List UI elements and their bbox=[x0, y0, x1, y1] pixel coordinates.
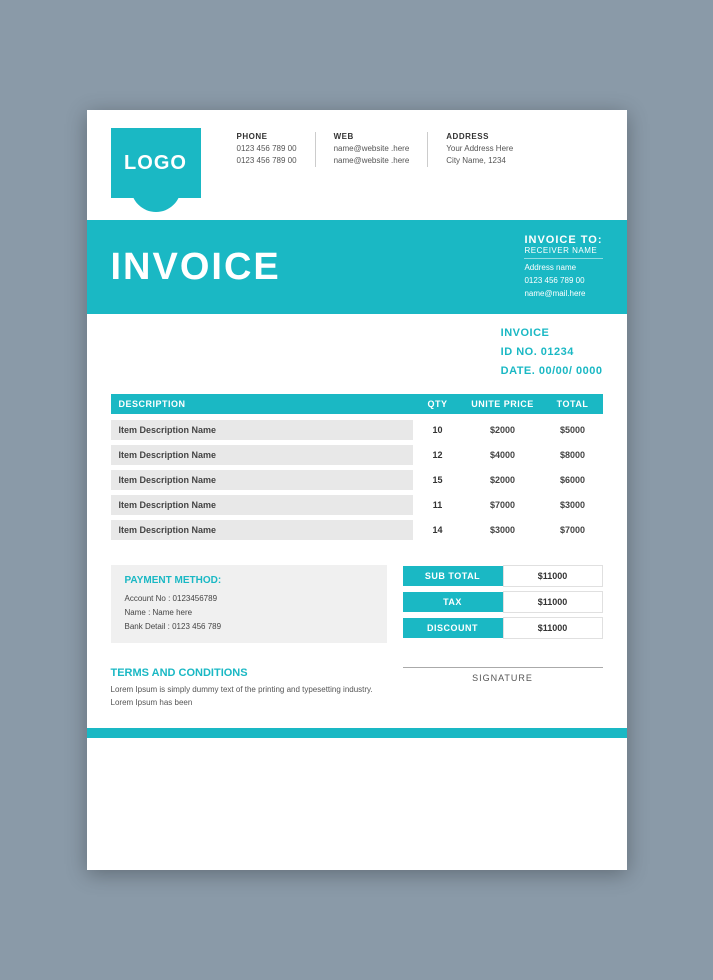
td-price-5: $3000 bbox=[463, 520, 543, 540]
terms-text: Lorem Ipsum is simply dummy text of the … bbox=[111, 684, 387, 710]
terms-block: TERMS AND CONDITIONS Lorem Ipsum is simp… bbox=[111, 667, 387, 710]
discount-row: DISCOUNT $11000 bbox=[403, 617, 603, 639]
contact-address: ADDRESS Your Address Here City Name, 123… bbox=[428, 132, 531, 167]
invoice-to-block: INVOICE TO: RECEIVER NAME Address name 0… bbox=[524, 234, 602, 300]
td-total-5: $7000 bbox=[543, 520, 603, 540]
th-unite-price: UNITE PRICE bbox=[463, 394, 543, 414]
invoice-to-label: INVOICE TO: bbox=[524, 234, 602, 246]
invoice-to-receiver: RECEIVER NAME bbox=[524, 246, 602, 259]
footer-section: TERMS AND CONDITIONS Lorem Ipsum is simp… bbox=[87, 653, 627, 728]
table-row: Item Description Name 15 $2000 $6000 bbox=[111, 470, 603, 490]
logo-box: LOGO bbox=[111, 128, 201, 198]
meta-invoice-label: INVOICE bbox=[501, 324, 603, 343]
web-value: name@website .here name@website .here bbox=[334, 143, 410, 167]
tax-label: TAX bbox=[403, 592, 503, 612]
td-price-4: $7000 bbox=[463, 495, 543, 515]
td-total-1: $5000 bbox=[543, 420, 603, 440]
address-value: Your Address Here City Name, 1234 bbox=[446, 143, 513, 167]
meta-id: ID NO. 01234 bbox=[501, 343, 603, 362]
td-qty-2: 12 bbox=[413, 445, 463, 465]
phone-label: PHONE bbox=[237, 132, 297, 141]
td-total-4: $3000 bbox=[543, 495, 603, 515]
tax-value: $11000 bbox=[503, 591, 603, 613]
tax-row: TAX $11000 bbox=[403, 591, 603, 613]
td-total-2: $8000 bbox=[543, 445, 603, 465]
td-qty-1: 10 bbox=[413, 420, 463, 440]
payment-name: Name : Name here bbox=[125, 606, 373, 620]
signature-label: SIGNATURE bbox=[403, 673, 603, 683]
address-label: ADDRESS bbox=[446, 132, 513, 141]
bottom-section: PAYMENT METHOD: Account No : 0123456789 … bbox=[87, 545, 627, 653]
web-label: WEB bbox=[334, 132, 410, 141]
table-row: Item Description Name 11 $7000 $3000 bbox=[111, 495, 603, 515]
th-total: TOTAL bbox=[543, 394, 603, 414]
contact-phone: PHONE 0123 456 789 00 0123 456 789 00 bbox=[219, 132, 316, 167]
payment-block: PAYMENT METHOD: Account No : 0123456789 … bbox=[111, 565, 387, 643]
payment-bank: Bank Detail : 0123 456 789 bbox=[125, 620, 373, 634]
td-price-3: $2000 bbox=[463, 470, 543, 490]
td-qty-5: 14 bbox=[413, 520, 463, 540]
td-desc-3: Item Description Name bbox=[111, 470, 413, 490]
td-qty-3: 15 bbox=[413, 470, 463, 490]
invoice-to-info: Address name 0123 456 789 00 name@mail.h… bbox=[524, 262, 602, 300]
meta-block: INVOICE ID NO. 01234 DATE. 00/00/ 0000 bbox=[501, 324, 603, 380]
td-desc-2: Item Description Name bbox=[111, 445, 413, 465]
subtotal-label: SUB TOTAL bbox=[403, 566, 503, 586]
table-section: DESCRIPTION QTY UNITE PRICE TOTAL Item D… bbox=[87, 394, 627, 540]
header-contact: PHONE 0123 456 789 00 0123 456 789 00 WE… bbox=[219, 128, 532, 198]
th-qty: QTY bbox=[413, 394, 463, 414]
signature-line bbox=[403, 667, 603, 668]
td-desc-1: Item Description Name bbox=[111, 420, 413, 440]
td-qty-4: 11 bbox=[413, 495, 463, 515]
signature-block: SIGNATURE bbox=[403, 667, 603, 683]
title-bar: INVOICE INVOICE TO: RECEIVER NAME Addres… bbox=[87, 220, 627, 314]
payment-account: Account No : 0123456789 bbox=[125, 592, 373, 606]
td-total-3: $6000 bbox=[543, 470, 603, 490]
subtotal-row: SUB TOTAL $11000 bbox=[403, 565, 603, 587]
td-desc-4: Item Description Name bbox=[111, 495, 413, 515]
table-header: DESCRIPTION QTY UNITE PRICE TOTAL bbox=[111, 394, 603, 414]
discount-value: $11000 bbox=[503, 617, 603, 639]
meta-date: DATE. 00/00/ 0000 bbox=[501, 362, 603, 381]
td-desc-5: Item Description Name bbox=[111, 520, 413, 540]
contact-web: WEB name@website .here name@website .her… bbox=[316, 132, 429, 167]
invoice-title: INVOICE bbox=[111, 246, 281, 289]
totals-block: SUB TOTAL $11000 TAX $11000 DISCOUNT $11… bbox=[403, 565, 603, 643]
invoice-meta: INVOICE ID NO. 01234 DATE. 00/00/ 0000 bbox=[87, 314, 627, 394]
header-section: LOGO PHONE 0123 456 789 00 0123 456 789 … bbox=[87, 110, 627, 198]
table-row: Item Description Name 10 $2000 $5000 bbox=[111, 420, 603, 440]
invoice-document: LOGO PHONE 0123 456 789 00 0123 456 789 … bbox=[87, 110, 627, 870]
table-row: Item Description Name 14 $3000 $7000 bbox=[111, 520, 603, 540]
subtotal-value: $11000 bbox=[503, 565, 603, 587]
td-price-2: $4000 bbox=[463, 445, 543, 465]
discount-label: DISCOUNT bbox=[403, 618, 503, 638]
terms-title: TERMS AND CONDITIONS bbox=[111, 667, 387, 679]
logo-text: LOGO bbox=[124, 152, 187, 175]
phone-value: 0123 456 789 00 0123 456 789 00 bbox=[237, 143, 297, 167]
table-row: Item Description Name 12 $4000 $8000 bbox=[111, 445, 603, 465]
td-price-1: $2000 bbox=[463, 420, 543, 440]
bottom-bar bbox=[87, 728, 627, 738]
th-description: DESCRIPTION bbox=[111, 394, 413, 414]
payment-title: PAYMENT METHOD: bbox=[125, 575, 373, 586]
